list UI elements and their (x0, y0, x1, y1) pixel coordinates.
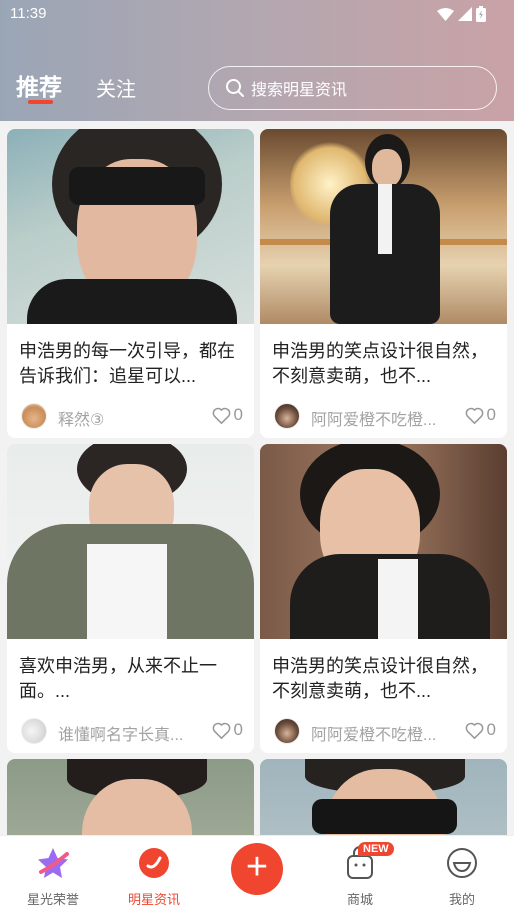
feed-card[interactable] (7, 759, 254, 835)
card-title: 喜欢申浩男，从来不止一面。... (19, 656, 217, 701)
like-button[interactable]: 0 (212, 720, 243, 740)
card-meta: 释然③ 0 (21, 403, 243, 429)
new-badge: NEW (358, 842, 394, 856)
avatar[interactable] (21, 718, 47, 744)
card-image (260, 759, 507, 835)
create-post-button[interactable]: + (231, 843, 283, 895)
signal-icon (458, 7, 472, 21)
feed-card[interactable]: 申浩男的每一次引导，都在告诉我们：追星可以... 释然③ 0 (7, 129, 254, 438)
heart-icon (212, 722, 230, 739)
like-count: 0 (233, 720, 243, 739)
battery-icon (476, 6, 486, 22)
news-icon (139, 848, 169, 878)
nav-item-shop[interactable]: NEW 商城 (315, 836, 405, 908)
author-name[interactable]: 谁懂啊名字长真... (58, 721, 198, 745)
card-meta: 阿阿爱橙不吃橙... 0 (274, 718, 496, 744)
like-count: 0 (486, 720, 496, 739)
tab-recommend[interactable]: 推荐 (16, 68, 62, 104)
profile-icon (447, 848, 477, 878)
card-meta: 阿阿爱橙不吃橙... 0 (274, 403, 496, 429)
feed-card[interactable]: 喜欢申浩男，从来不止一面。... 谁懂啊名字长真... 0 (7, 444, 254, 753)
search-icon (226, 79, 244, 97)
status-time: 11:39 (10, 5, 47, 22)
author-name[interactable]: 释然③ (58, 406, 198, 430)
nav-label: 明星资讯 (127, 892, 180, 907)
feed-card[interactable]: 申浩男的笑点设计很自然，不刻意卖萌，也不... 阿阿爱橙不吃橙... 0 (260, 129, 507, 438)
top-header: 11:39 推荐 关注 搜索明星资讯 (0, 0, 514, 121)
heart-icon (465, 407, 483, 424)
nav-label: 商城 (346, 892, 373, 907)
card-meta: 谁懂啊名字长真... 0 (21, 718, 243, 744)
nav-label: 星光荣誉 (26, 892, 79, 907)
card-title: 申浩男的笑点设计很自然，不刻意卖萌，也不... (272, 656, 488, 701)
feed-card[interactable]: 申浩男的笑点设计很自然，不刻意卖萌，也不... 阿阿爱橙不吃橙... 0 (260, 444, 507, 753)
heart-icon (465, 722, 483, 739)
star-icon (38, 848, 69, 878)
like-button[interactable]: 0 (465, 720, 496, 740)
like-button[interactable]: 0 (465, 405, 496, 425)
card-title: 申浩男的每一次引导，都在告诉我们：追星可以... (19, 341, 235, 386)
status-icons (437, 6, 486, 22)
like-count: 0 (486, 405, 496, 424)
card-image (7, 129, 254, 324)
status-bar: 11:39 (0, 0, 514, 30)
feed-grid[interactable]: 申浩男的每一次引导，都在告诉我们：追星可以... 释然③ 0 申浩男的笑点设计很… (0, 121, 514, 835)
search-input[interactable]: 搜索明星资讯 (208, 66, 497, 110)
like-count: 0 (233, 405, 243, 424)
card-image (7, 759, 254, 835)
wifi-icon (437, 7, 454, 21)
nav-item-profile[interactable]: 我的 (417, 836, 507, 908)
card-image (7, 444, 254, 639)
feed-card[interactable] (260, 759, 507, 835)
author-name[interactable]: 阿阿爱橙不吃橙... (311, 721, 451, 745)
nav-item-star-news[interactable]: 明星资讯 (109, 836, 199, 908)
avatar[interactable] (274, 718, 300, 744)
card-title: 申浩男的笑点设计很自然，不刻意卖萌，也不... (272, 341, 488, 386)
bottom-nav: 星光荣誉 明星资讯 + NEW 商城 我的 (0, 835, 514, 915)
like-button[interactable]: 0 (212, 405, 243, 425)
heart-icon (212, 407, 230, 424)
card-image (260, 444, 507, 639)
top-tabs: 推荐 关注 (16, 68, 170, 104)
avatar[interactable] (21, 403, 47, 429)
card-image (260, 129, 507, 324)
author-name[interactable]: 阿阿爱橙不吃橙... (311, 406, 451, 430)
search-placeholder: 搜索明星资讯 (251, 82, 348, 99)
plus-icon: + (245, 846, 269, 888)
avatar[interactable] (274, 403, 300, 429)
tab-follow[interactable]: 关注 (96, 73, 136, 102)
nav-item-star-honor[interactable]: 星光荣誉 (8, 836, 98, 908)
nav-label: 我的 (448, 892, 475, 907)
